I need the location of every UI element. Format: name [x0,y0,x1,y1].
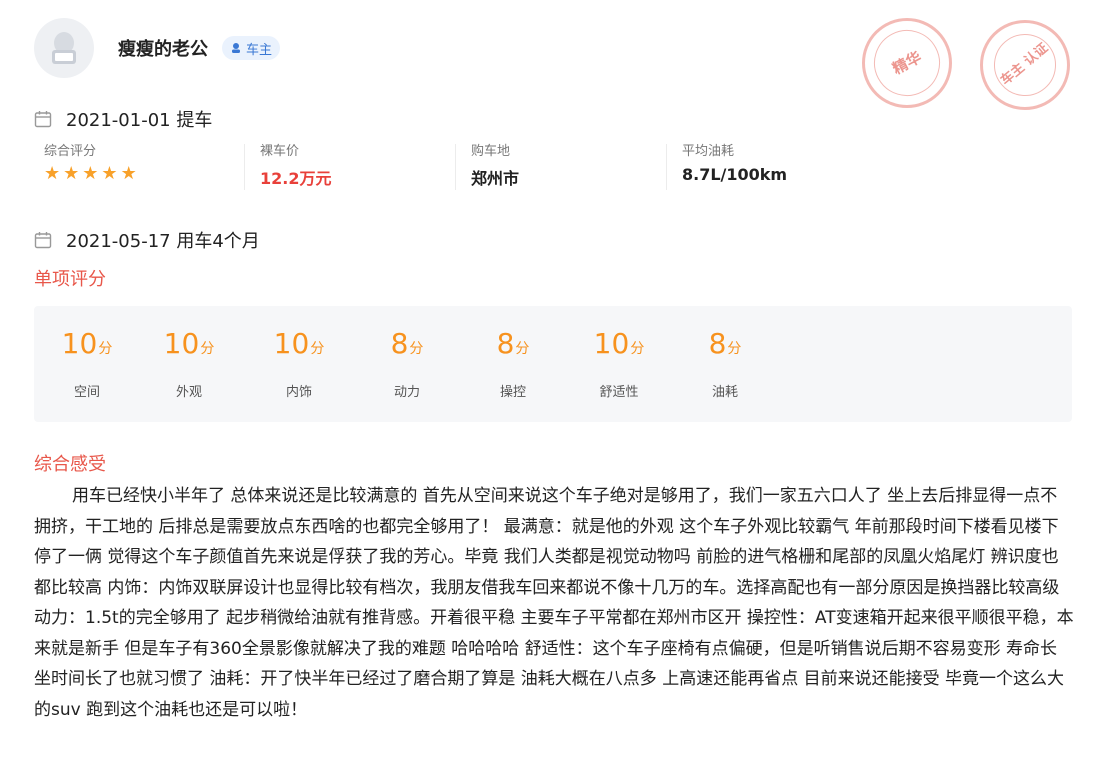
purchase-date-row: 2021-01-01 提车 [34,106,212,132]
score-item-exterior: 10分 外观 [144,326,234,400]
divider [455,144,456,190]
info-value: 郑州市 [471,169,520,188]
info-location: 购车地 郑州市 [471,140,519,192]
star-icon: ★ [82,163,99,184]
purchase-info-row: 综合评分 ★ ★ ★ ★ ★ 裸车价 12.2万元 购车地 郑州市 平均油耗 8… [34,140,1074,192]
owner-badge-icon [232,43,240,53]
score-value: 10 [273,327,310,360]
score-label: 动力 [393,385,420,400]
info-value: 8.7L/100km [682,165,788,184]
score-label: 外观 [175,385,202,400]
username[interactable]: 瘦瘦的老公 [118,35,208,61]
elite-stamp-text: 精华 [862,18,952,108]
info-label: 综合评分 [44,144,97,159]
score-label: 内饰 [285,385,312,400]
score-label: 操控 [499,385,526,400]
avatar[interactable] [34,18,94,78]
score-item-interior: 10分 内饰 [254,326,344,400]
score-unit: 分 [630,341,645,357]
score-unit: 分 [200,341,215,357]
score-item-handling: 8分 操控 [468,326,558,400]
purchase-date: 2021-01-01 提车 [66,110,213,131]
usage-date-row: 2021-05-17 用车4个月 [34,227,260,253]
review-title: 综合感受 [34,454,106,475]
score-label: 舒适性 [599,385,639,400]
score-value: 10 [593,327,630,360]
review-body: 用车已经快小半年了 总体来说还是比较满意的 首先从空间来说这个车子绝对是够用了，… [34,481,1074,725]
avatar-icon [52,32,76,64]
info-fuel: 平均油耗 8.7L/100km [682,140,787,192]
info-label: 平均油耗 [682,144,735,159]
star-icon: ★ [101,163,118,184]
info-value: 12.2万元 [260,169,332,188]
star-icon: ★ [63,163,80,184]
elite-stamp: 精华 [862,18,952,108]
info-price: 裸车价 12.2万元 [260,140,331,192]
owner-certified-stamp: 车主 认证 [980,20,1070,110]
info-label: 购车地 [471,144,511,159]
divider [666,144,667,190]
score-label: 油耗 [711,385,738,400]
score-value: 8 [496,327,515,360]
score-unit: 分 [515,341,530,357]
review-text: 用车已经快小半年了 总体来说还是比较满意的 首先从空间来说这个车子绝对是够用了，… [34,486,1074,720]
score-value: 8 [708,327,727,360]
user-header: 瘦瘦的老公 车主 [34,18,281,78]
score-value: 10 [163,327,200,360]
score-item-space: 10分 空间 [42,326,132,400]
score-value: 10 [61,327,98,360]
ratings-title: 单项评分 [34,269,106,290]
divider [244,144,245,190]
owner-badge-label: 车主 [246,42,273,58]
score-unit: 分 [727,341,742,357]
score-label: 空间 [73,385,100,400]
rating-stars: ★ ★ ★ ★ ★ [44,163,137,184]
score-unit: 分 [98,341,113,357]
star-icon: ★ [44,163,61,184]
score-panel: 10分 空间 10分 外观 10分 内饰 8分 动力 8分 操控 10分 舒适性… [34,306,1072,422]
score-item-power: 8分 动力 [362,326,452,400]
score-unit: 分 [310,341,325,357]
owner-certified-stamp-text: 车主 认证 [981,21,1069,109]
score-item-fuel: 8分 油耗 [680,326,770,400]
calendar-icon [34,111,52,128]
score-unit: 分 [409,341,424,357]
usage-date: 2021-05-17 用车4个月 [66,231,260,252]
owner-badge: 车主 [222,36,281,60]
star-icon: ★ [120,163,137,184]
score-item-comfort: 10分 舒适性 [574,326,664,400]
calendar-icon [34,232,52,249]
info-label: 裸车价 [260,144,300,159]
score-value: 8 [390,327,409,360]
info-overall-rating: 综合评分 ★ ★ ★ ★ ★ [44,140,137,192]
